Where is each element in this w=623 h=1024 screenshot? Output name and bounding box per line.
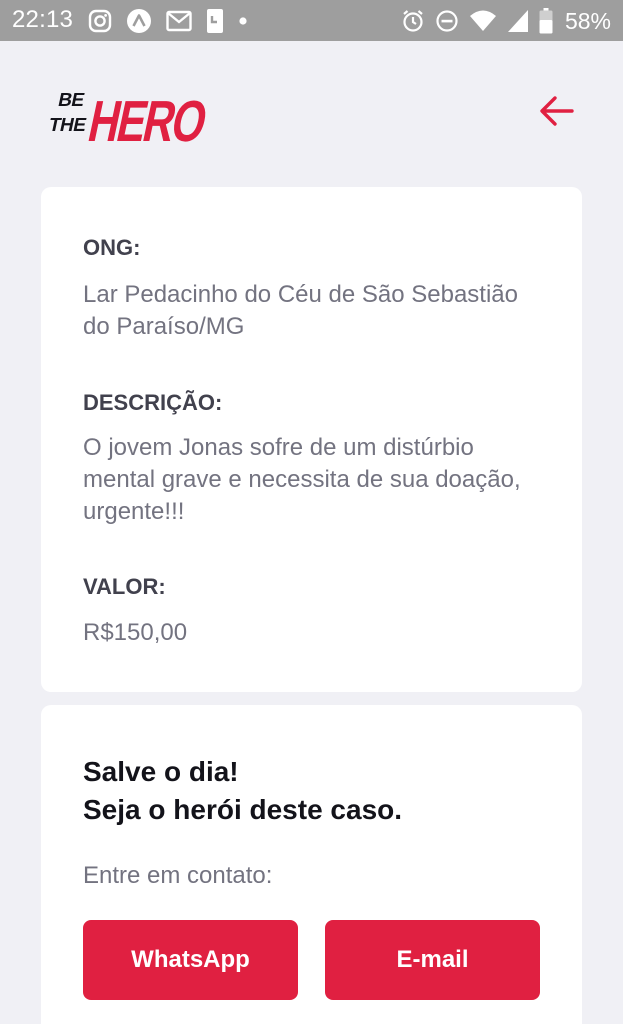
whatsapp-button[interactable]: WhatsApp — [83, 920, 298, 1000]
do-not-disturb-icon — [435, 9, 459, 33]
be-the-hero-logo: BE THE HERO — [40, 74, 212, 154]
wifi-icon — [469, 9, 497, 33]
description-label: DESCRIÇÃO: — [83, 390, 223, 415]
arrow-left-icon[interactable] — [536, 90, 578, 132]
dot-icon — [238, 16, 248, 26]
contact-title-line2: Seja o herói deste caso. — [83, 794, 403, 825]
system-icons: 58% — [401, 7, 611, 35]
ong-label: ONG: — [83, 235, 141, 260]
phone-notification-icon — [206, 8, 224, 34]
value-amount: R$150,00 — [83, 619, 188, 646]
alarm-icon — [401, 9, 425, 33]
contact-title-line1: Salve o dia! — [83, 756, 239, 787]
description-value: O jovem Jonas sofre de um distúrbio ment… — [83, 434, 521, 525]
contact-card: Salve o dia! Seja o herói deste caso. En… — [41, 705, 582, 1024]
ong-value: Lar Pedacinho do Céu de São Sebastião do… — [83, 281, 518, 340]
svg-text:THE: THE — [47, 115, 89, 136]
svg-text:HERO: HERO — [83, 90, 212, 150]
status-bar: 22:13 58% — [0, 0, 623, 41]
contact-subtitle: Entre em contato: — [83, 862, 273, 889]
gmail-icon — [166, 10, 192, 32]
battery-icon — [539, 8, 553, 34]
contact-title: Salve o dia! Seja o herói deste caso. — [83, 753, 553, 829]
signal-icon — [507, 9, 529, 33]
notification-icons — [88, 8, 248, 34]
incident-card: ONG: Lar Pedacinho do Céu de São Sebasti… — [41, 187, 582, 692]
instagram-icon — [88, 9, 112, 33]
email-button[interactable]: E-mail — [325, 920, 540, 1000]
status-time: 22:13 — [12, 6, 74, 33]
app-icon — [126, 8, 152, 34]
svg-text:BE: BE — [56, 90, 86, 111]
battery-percentage: 58% — [564, 7, 611, 34]
value-label: VALOR: — [83, 574, 166, 599]
